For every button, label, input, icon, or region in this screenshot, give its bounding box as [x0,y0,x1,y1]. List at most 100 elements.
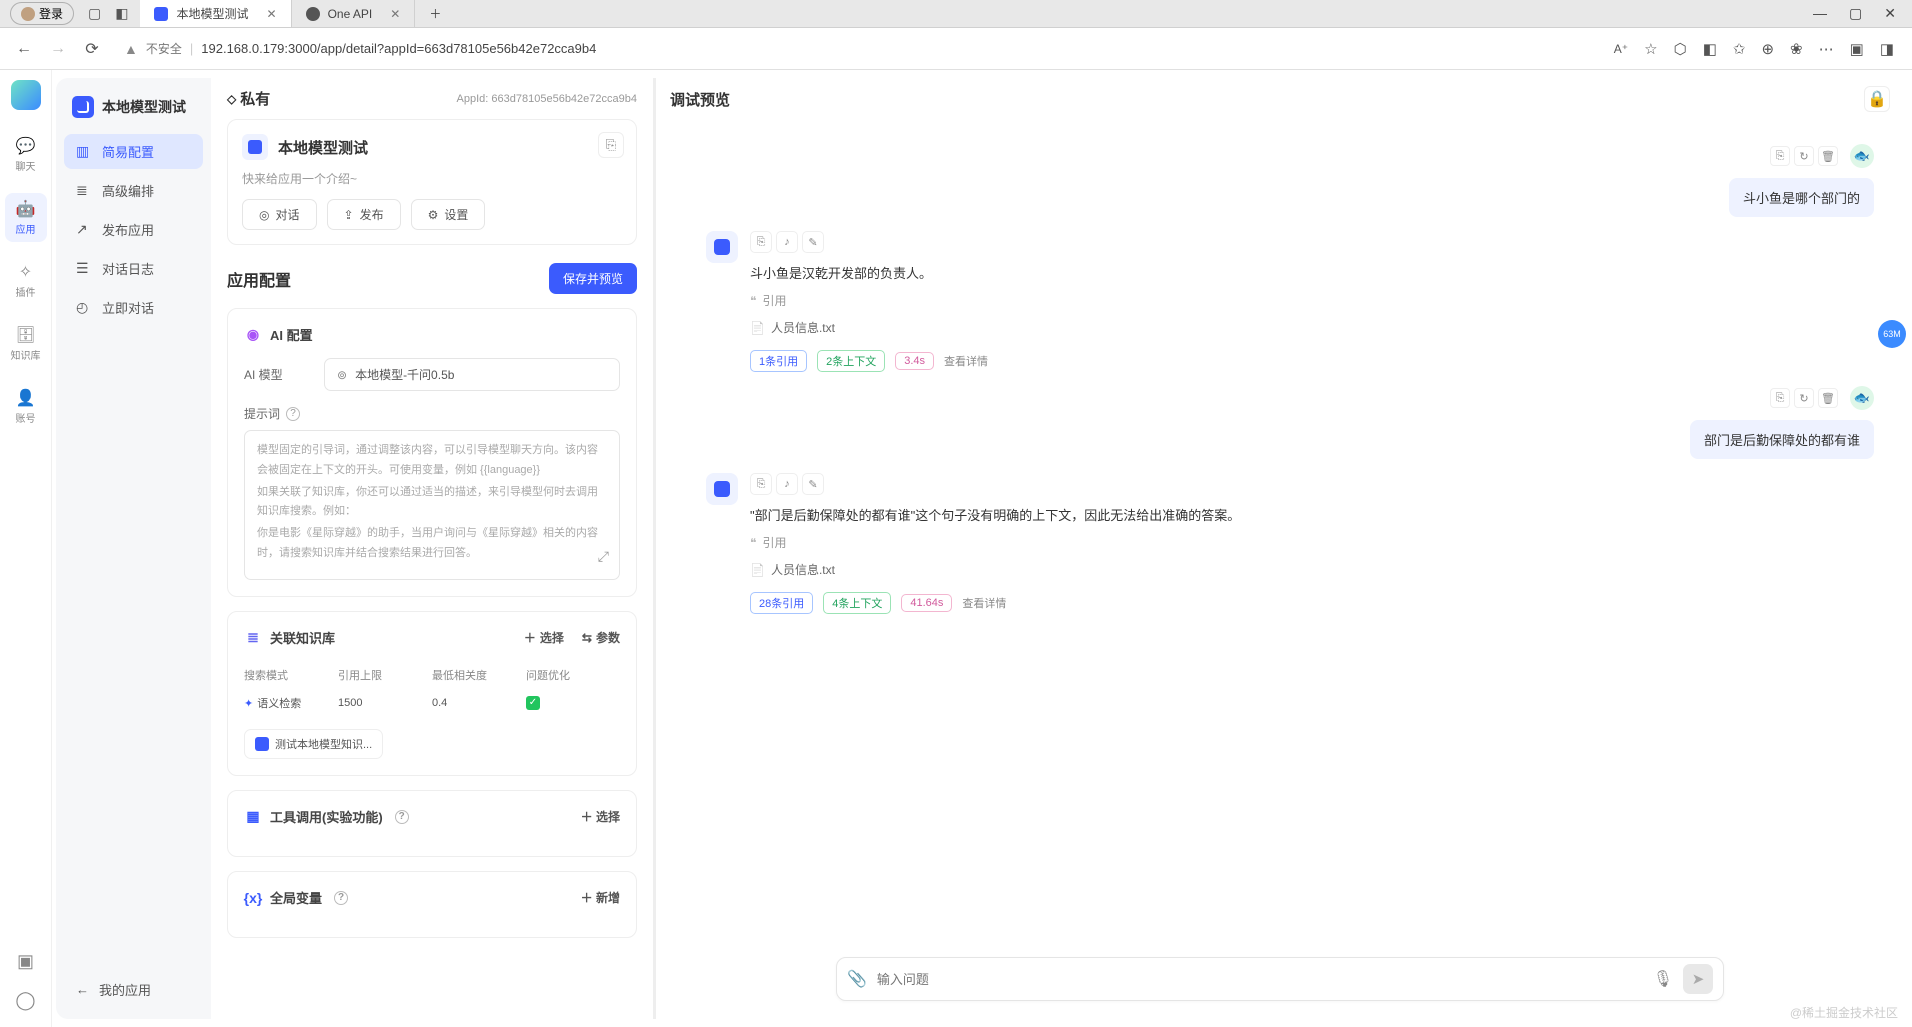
warning-icon: ▲ [124,41,138,57]
tool-config-card: ▦ 工具调用(实验功能) ? ＋ 选择 [227,790,637,857]
preview-panel: 调试预览 🔒 ⎘ ↻ 🗑 🐟 斗小鱼是哪个部门的 [656,78,1904,1019]
help-icon[interactable]: ? [334,891,348,905]
workspace-icon[interactable]: ▢ [88,5,101,22]
browser-tab-0[interactable]: 本地模型测试 ✕ [140,0,291,27]
tab-title: One API [328,7,373,21]
minimize-icon[interactable]: — [1813,5,1827,22]
log-icon: ☰ [76,260,92,277]
user-text: 部门是后勤保障处的都有谁 [1690,420,1874,459]
kb-select-button[interactable]: ＋ 选择 [524,629,564,646]
chat-input[interactable] [877,972,1643,987]
help-icon[interactable]: ? [286,407,300,421]
favorites-icon[interactable]: ✩ [1733,40,1746,58]
message-bot: ⎘ ♪ ✎ "部门是后勤保障处的都有谁"这个句子没有明确的上下文，因此无法给出准… [706,473,1874,614]
model-select[interactable]: ⊚ 本地模型-千问0.5b [324,358,620,391]
back-icon[interactable]: ← [12,40,36,58]
kb-chip[interactable]: 测试本地模型知识... [244,729,383,759]
sidebar-icon[interactable]: ◧ [115,5,128,22]
kb-val-relevance: 0.4 [432,689,526,717]
notebook-icon[interactable]: ▣ [1850,40,1864,58]
login-badge[interactable]: 登录 [10,2,74,25]
chat-input-box: 📎 🎙 ➤ [836,957,1724,1001]
expand-icon[interactable]: ⤢ [598,544,609,569]
rail-item-kb[interactable]: 🗄知识库 [5,319,47,368]
arrow-left-icon: ← [76,982,89,997]
sidebar-item-chat-now[interactable]: ◴立即对话 [64,290,203,325]
url-box[interactable]: ▲ 不安全 | 192.168.0.179:3000/app/detail?ap… [114,34,1604,64]
chat-area: ⎘ ↻ 🗑 🐟 斗小鱼是哪个部门的 ⎘ ♪ ✎ [656,120,1904,947]
address-bar: ← → ⟳ ▲ 不安全 | 192.168.0.179:3000/app/det… [0,28,1912,70]
user-text: 斗小鱼是哪个部门的 [1729,178,1874,217]
clock-icon: ◴ [76,299,92,316]
tool-select-button[interactable]: ＋ 选择 [581,808,620,825]
var-add-button[interactable]: ＋ 新增 [581,889,620,906]
close-icon[interactable]: ✕ [267,7,277,21]
appid-text: AppId: 663d78105e56b42e72cca9b4 [457,93,637,105]
message-bot: ⎘ ♪ ✎ 斗小鱼是汉乾开发部的负责人。 引用 人员信息.txt 1条引用 2条… [706,231,1874,372]
mic-icon[interactable]: 🎙 [1653,969,1673,989]
help-icon[interactable]: ? [395,810,409,824]
attach-icon[interactable]: 📎 [847,969,867,989]
collections-icon[interactable]: ⊕ [1761,40,1774,58]
retry-icon[interactable]: ↻ [1794,146,1814,166]
floating-badge[interactable]: 63M [1878,320,1906,348]
more-icon[interactable]: ⋯ [1819,40,1834,58]
settings-button[interactable]: ⚙设置 [411,199,486,230]
insecure-label: 不安全 [146,40,182,57]
detail-link[interactable]: 查看详情 [944,353,988,369]
delete-icon[interactable]: 🗑 [1818,388,1838,408]
maximize-icon[interactable]: ▢ [1849,5,1862,22]
share-icon: ↗ [76,221,92,238]
variable-icon: {x} [244,889,262,907]
retry-icon[interactable]: ↻ [1794,388,1814,408]
reload-icon[interactable]: ⟳ [80,39,104,59]
database-icon: 🗄 [15,325,35,345]
back-link[interactable]: ← 我的应用 [64,972,203,1007]
edit-icon[interactable]: ✎ [802,473,824,495]
browser-tab-bar: 登录 ▢ ◧ 本地模型测试 ✕ One API ✕ ＋ — ▢ ✕ [0,0,1912,28]
sidebar-item-simple-config[interactable]: ▥简易配置 [64,134,203,169]
plugin-icon: ✧ [19,262,32,282]
extension-icon[interactable]: ⬡ [1674,40,1687,58]
sidebar-item-advanced[interactable]: ≣高级编排 [64,173,203,208]
text-size-icon[interactable]: A⁺ [1614,42,1628,56]
reader-icon[interactable]: ◧ [1703,40,1717,58]
profile-icon[interactable]: ❀ [1790,40,1803,58]
book-icon[interactable]: ▣ [17,951,34,972]
rail-item-chat[interactable]: 💬聊天 [5,130,47,179]
sidebar-item-logs[interactable]: ☰对话日志 [64,251,203,286]
rail-item-app[interactable]: 🤖应用 [5,193,47,242]
prompt-textarea[interactable]: 模型固定的引导词，通过调整该内容，可以引导模型聊天方向。该内容会被固定在上下文的… [244,430,620,580]
new-tab-button[interactable]: ＋ [415,0,455,27]
kb-params-button[interactable]: ⇆ 参数 [582,629,620,646]
delete-icon[interactable]: 🗑 [1818,146,1838,166]
cite-file[interactable]: 人员信息.txt [750,319,988,336]
check-icon [526,696,540,710]
lock-icon[interactable]: 🔒 [1864,86,1890,112]
copy-button[interactable]: ⎘ [598,132,624,158]
audio-icon[interactable]: ♪ [776,473,798,495]
config-panel: 私有 AppId: 663d78105e56b42e72cca9b4 ⎘ 本地模… [211,78,656,1019]
chat-button[interactable]: ◎对话 [242,199,317,230]
copy-icon[interactable]: ⎘ [750,231,772,253]
send-button[interactable]: ➤ [1683,964,1713,994]
browser-tab-1[interactable]: One API ✕ [292,0,416,27]
rail-item-plugin[interactable]: ✧插件 [5,256,47,305]
forward-icon[interactable]: → [46,40,70,58]
edit-icon[interactable]: ✎ [802,231,824,253]
sidebar-item-publish[interactable]: ↗发布应用 [64,212,203,247]
copy-icon[interactable]: ⎘ [750,473,772,495]
star-icon[interactable]: ☆ [1644,40,1657,58]
close-icon[interactable]: ✕ [390,7,400,21]
copy-icon[interactable]: ⎘ [1770,146,1790,166]
detail-link[interactable]: 查看详情 [962,595,1006,611]
publish-button[interactable]: ⇪发布 [327,199,401,230]
rail-item-account[interactable]: 👤账号 [5,382,47,431]
github-icon[interactable]: ◯ [15,990,35,1011]
audio-icon[interactable]: ♪ [776,231,798,253]
cite-file[interactable]: 人员信息.txt [750,561,1240,578]
copy-icon[interactable]: ⎘ [1770,388,1790,408]
save-preview-button[interactable]: 保存并预览 [549,263,637,294]
split-icon[interactable]: ◨ [1880,40,1894,58]
close-window-icon[interactable]: ✕ [1884,5,1896,22]
